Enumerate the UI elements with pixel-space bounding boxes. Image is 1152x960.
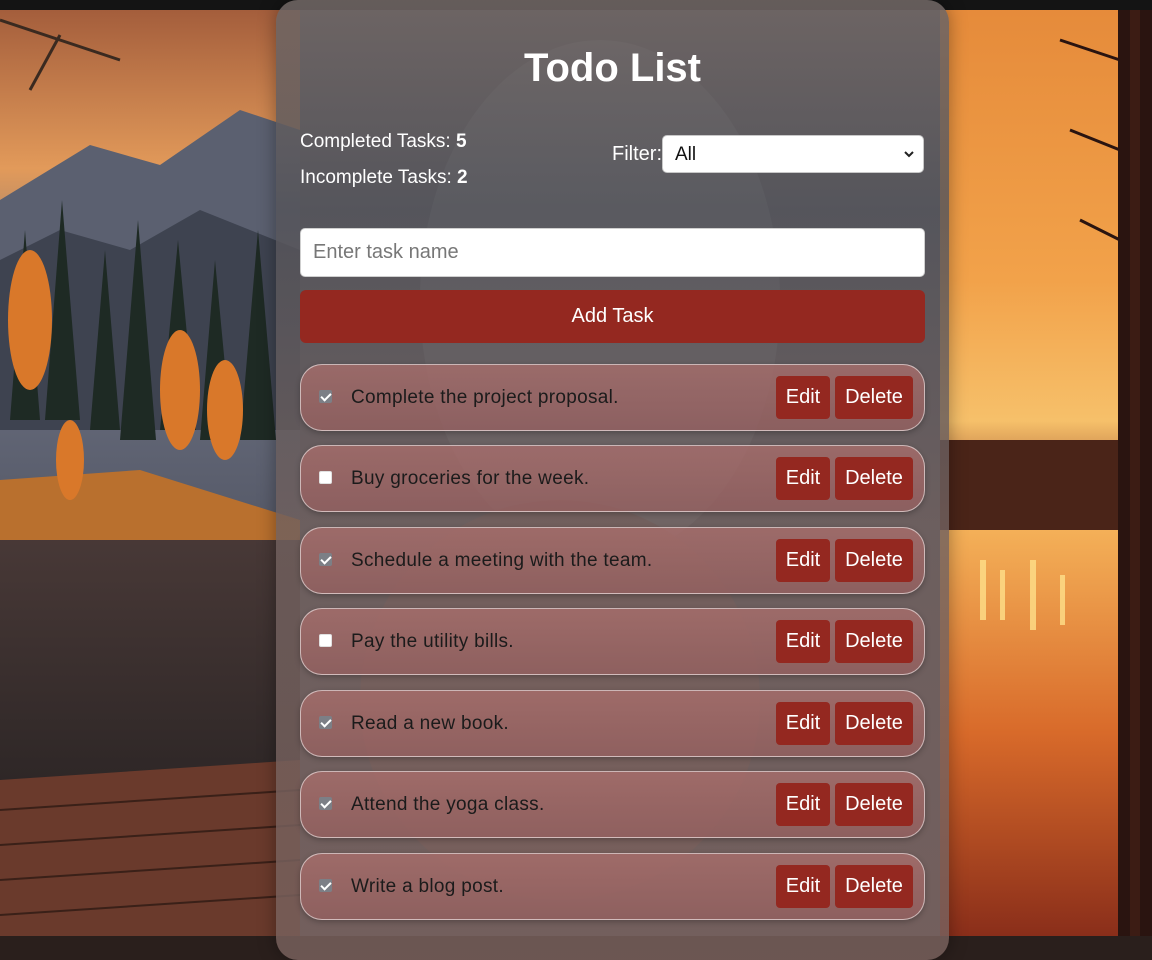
edit-task-button[interactable]: Edit — [776, 457, 830, 500]
task-item: Attend the yoga class. Edit Delete — [300, 771, 925, 838]
page-title: Todo List — [524, 46, 701, 90]
delete-task-button[interactable]: Delete — [835, 783, 913, 826]
task-text: Pay the utility bills. — [351, 631, 514, 652]
task-text: Schedule a meeting with the team. — [351, 550, 653, 571]
task-checkbox[interactable] — [319, 553, 332, 566]
completed-tasks-count: 5 — [455, 131, 467, 152]
task-item: Complete the project proposal. Edit Dele… — [300, 364, 925, 431]
incomplete-tasks-label: Incomplete Tasks: — [300, 167, 458, 188]
edit-task-button[interactable]: Edit — [776, 620, 830, 663]
edit-task-button[interactable]: Edit — [776, 865, 830, 908]
filter-selected-value: All — [675, 144, 697, 165]
delete-task-button[interactable]: Delete — [835, 865, 913, 908]
task-checkbox[interactable] — [319, 471, 332, 484]
completed-tasks-label: Completed Tasks: — [300, 131, 456, 152]
add-task-button[interactable]: Add Task — [300, 290, 925, 343]
task-item: Schedule a meeting with the team. Edit D… — [300, 527, 925, 594]
chevron-down-icon — [904, 151, 914, 158]
task-checkbox[interactable] — [319, 797, 332, 810]
filter-label: Filter: — [612, 143, 662, 165]
task-item: Buy groceries for the week. Edit Delete — [300, 445, 925, 512]
task-item: Pay the utility bills. Edit Delete — [300, 608, 925, 675]
incomplete-tasks-stat: Incomplete Tasks: 2 — [300, 167, 468, 189]
edit-task-button[interactable]: Edit — [776, 783, 830, 826]
completed-tasks-stat: Completed Tasks: 5 — [300, 131, 467, 153]
task-text: Complete the project proposal. — [351, 387, 619, 408]
edit-task-button[interactable]: Edit — [776, 376, 830, 419]
task-text: Attend the yoga class. — [351, 794, 545, 815]
task-item: Write a blog post. Edit Delete — [300, 853, 925, 920]
filter-select[interactable]: All — [662, 135, 924, 173]
delete-task-button[interactable]: Delete — [835, 376, 913, 419]
task-text: Write a blog post. — [351, 876, 504, 897]
task-checkbox[interactable] — [319, 716, 332, 729]
delete-task-button[interactable]: Delete — [835, 539, 913, 582]
todo-panel: Todo List Completed Tasks: 5 Incomplete … — [276, 0, 949, 960]
edit-task-button[interactable]: Edit — [776, 539, 830, 582]
delete-task-button[interactable]: Delete — [835, 702, 913, 745]
task-checkbox[interactable] — [319, 634, 332, 647]
task-checkbox[interactable] — [319, 390, 332, 403]
delete-task-button[interactable]: Delete — [835, 620, 913, 663]
task-checkbox[interactable] — [319, 879, 332, 892]
delete-task-button[interactable]: Delete — [835, 457, 913, 500]
task-item: Read a new book. Edit Delete — [300, 690, 925, 757]
incomplete-tasks-count: 2 — [457, 167, 468, 188]
task-text: Read a new book. — [351, 713, 509, 734]
task-name-input[interactable] — [300, 228, 925, 277]
task-text: Buy groceries for the week. — [351, 468, 590, 489]
edit-task-button[interactable]: Edit — [776, 702, 830, 745]
